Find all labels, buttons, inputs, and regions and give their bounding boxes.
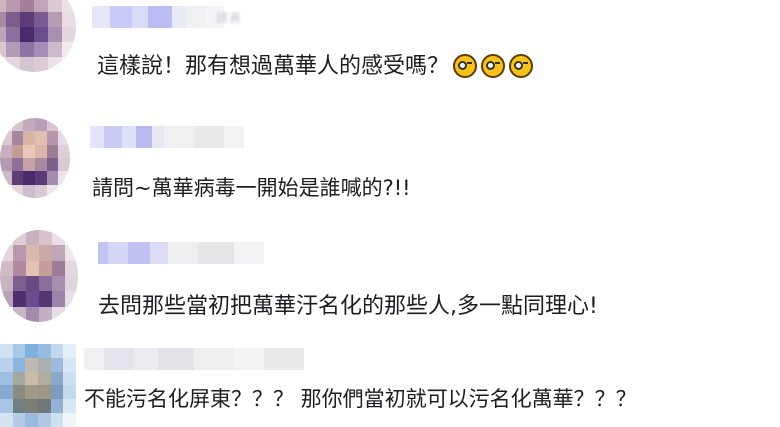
commenter-name-blurred[interactable] [90,126,260,148]
comment-item: 請問~萬華病毒一開始是誰喊的?!! [0,110,780,210]
avatar[interactable] [0,344,76,427]
comment-text: 這樣說！那有想過萬華人的感受嗎？ [97,52,534,82]
nerd-face-icon [481,54,506,78]
comment-text: 不能污名化屏東？？？ 那你們當初就可以污名化萬華？？？ [84,387,637,411]
avatar[interactable] [0,118,70,198]
avatar[interactable] [0,230,78,322]
comment-text: 請問~萬華病毒一開始是誰喊的?!! [92,176,411,200]
comment-text: 去問那些當初把萬華汙名化的那些人,多一點同理心! [98,294,598,319]
comment-item: 請善 這樣說！那有想過萬華人的感受嗎？ [0,0,780,95]
commenter-name-blurred[interactable] [84,348,304,370]
avatar[interactable] [0,0,76,72]
commenter-name-blurred[interactable] [98,242,268,264]
nerd-face-icon [509,54,534,78]
nerd-face-icon [453,54,478,78]
comment-item: 不能污名化屏東？？？ 那你們當初就可以污名化萬華？？？ [0,338,780,427]
comment-text-body: 這樣說！那有想過萬華人的感受嗎？ [97,54,450,79]
comment-item: 去問那些當初把萬華汙名化的那些人,多一點同理心! [0,222,780,322]
commenter-name: 請善 [216,11,243,25]
